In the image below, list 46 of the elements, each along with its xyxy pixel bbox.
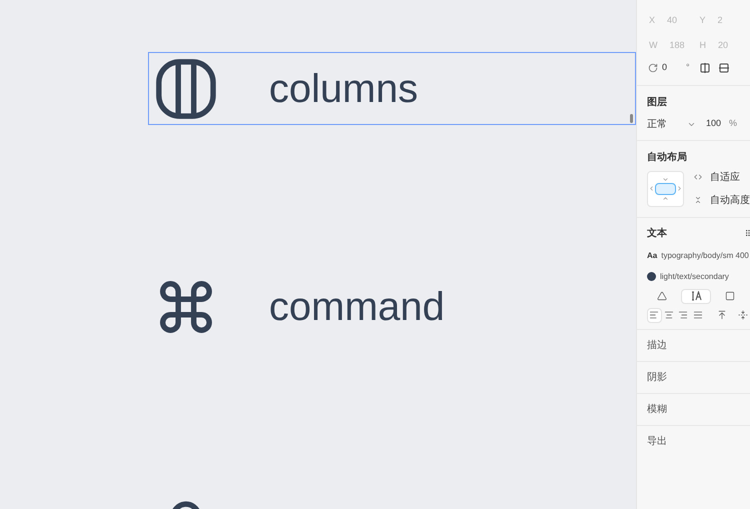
section-title: 图层 <box>647 96 668 110</box>
dimension-field[interactable]: 40 <box>667 14 698 28</box>
color-swatch[interactable] <box>647 272 656 281</box>
section-title[interactable]: 模糊 <box>647 402 667 416</box>
section-title[interactable]: 导出 <box>647 434 667 449</box>
text-style-name[interactable]: typography/body/sm 400 <box>661 250 749 262</box>
flip-horizontal-icon[interactable] <box>700 62 710 73</box>
align-top-icon <box>717 310 728 320</box>
blend-mode-dropdown[interactable]: 正常 <box>647 116 687 132</box>
columns-icon <box>155 58 217 120</box>
field-label: X <box>649 14 656 27</box>
align-right-icon <box>678 310 688 320</box>
width-mode[interactable]: 自适应 <box>710 170 740 184</box>
resize-mode-button[interactable] <box>681 288 711 304</box>
rotation-field[interactable]: 0 <box>662 61 686 74</box>
field-label: W <box>649 38 658 52</box>
section-title[interactable]: 阴影 <box>647 370 667 384</box>
section-title: 文本 <box>647 226 667 240</box>
icon-label: command <box>269 286 445 326</box>
resize-handle[interactable] <box>630 114 633 123</box>
percent-unit: % <box>729 117 738 130</box>
dimension-field[interactable]: 20 <box>718 38 748 52</box>
align-left-icon <box>649 310 660 320</box>
color-style-name[interactable]: light/text/secondary <box>660 270 729 282</box>
degree-unit: ° <box>686 61 690 74</box>
code-icon <box>694 173 702 181</box>
fixed-size-icon <box>725 291 735 301</box>
auto-width-icon <box>657 291 667 301</box>
dimension-field[interactable]: 188 <box>670 38 700 52</box>
height-mode[interactable]: 自动高度 <box>710 192 750 208</box>
opacity-field[interactable]: 100 <box>706 117 722 131</box>
collapse-icon <box>694 196 702 204</box>
align-center-icon <box>664 310 674 320</box>
icon-label: columns <box>269 68 418 108</box>
align-justify-icon <box>692 310 703 320</box>
field-label: Y <box>700 14 706 27</box>
section-title: 自动布局 <box>647 150 688 164</box>
field-label: H <box>700 38 706 52</box>
text-style-label: Aa <box>647 250 658 262</box>
align-button[interactable] <box>647 308 662 322</box>
dimension-field[interactable]: 2 <box>718 14 748 28</box>
auto-height-icon <box>690 291 702 301</box>
flip-vertical-icon[interactable] <box>718 62 729 73</box>
section-title[interactable]: 描边 <box>647 338 667 352</box>
selection-frame[interactable]: columns <box>148 52 636 125</box>
rotate-icon <box>648 62 658 73</box>
